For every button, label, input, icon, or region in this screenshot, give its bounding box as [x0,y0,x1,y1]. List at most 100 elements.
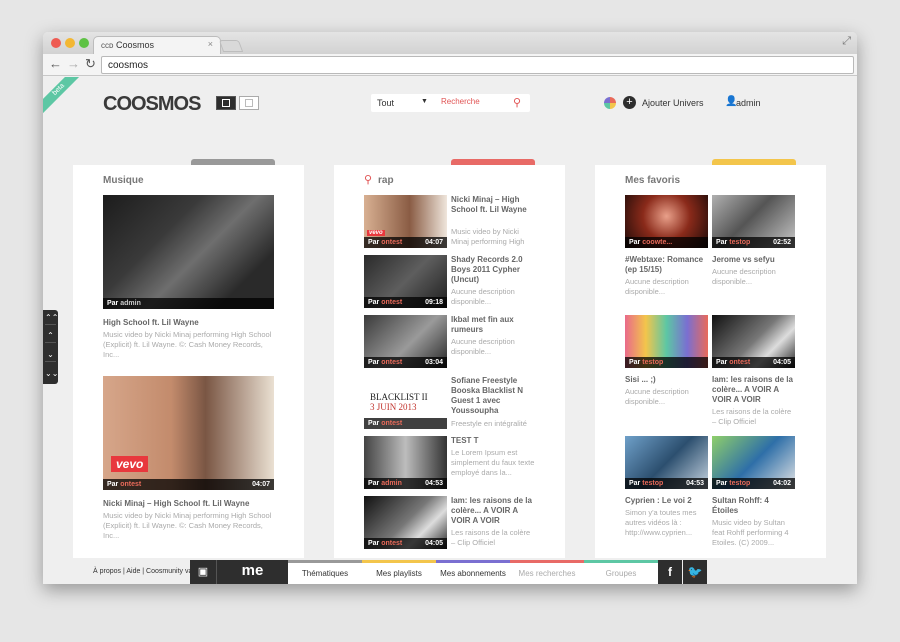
search-input[interactable] [441,97,509,106]
column-title: Mes favoris [625,175,681,186]
video-thumbnail[interactable]: Par coowte... [625,195,708,248]
video-thumbnail[interactable]: Par ontest 03:04 [364,315,447,368]
video-description: Aucune description disponible... [625,387,689,406]
tab-recherches[interactable]: Mes recherches [510,560,584,584]
user-link[interactable]: admin [736,98,761,108]
video-thumbnail[interactable]: Par testop 04:02 [712,436,795,489]
scroll-down-icon[interactable]: ⌄ [45,347,56,362]
video-thumbnail[interactable]: Par admin [103,195,274,309]
browser-tab[interactable]: ᴄᴄᴅ Coosmos × [93,36,221,54]
univers-icon[interactable] [604,97,616,109]
coosmos-logo[interactable]: COOSMOS [103,93,201,116]
video-title[interactable]: Shady Records 2.0 Boys 2011 Cypher (Uncu… [451,255,536,285]
video-description: Aucune description disponible... [712,267,776,286]
tab-title: Coosmos [116,40,155,50]
tab-groupes[interactable]: Groupes [584,560,658,584]
close-tab-icon[interactable]: × [208,39,213,49]
video-title[interactable]: Iam: les raisons de la colère... A VOIR … [451,496,536,526]
video-thumbnail[interactable]: Par ontest 04:05 [364,496,447,549]
video-title[interactable]: High School ft. Lil Wayne [103,318,278,328]
back-icon[interactable]: ← [49,57,62,71]
video-title[interactable]: Jerome vs sefyu [712,255,797,265]
video-thumbnail[interactable]: Par testop 04:53 [625,436,708,489]
video-title[interactable]: Sofiane Freestyle Booska Blacklist N Gue… [451,376,536,416]
video-meta-bar: Par ontest [364,418,447,429]
video-title[interactable]: Ikbal met fin aux rumeurs [451,315,536,335]
video-title[interactable]: Nicki Minaj – High School ft. Lil Wayne [103,499,278,509]
video-thumbnail[interactable]: Par admin 04:53 [364,436,447,489]
page: beta COOSMOS Tout ▼ ⚲ + Ajouter Univers … [43,77,857,584]
add-univers-link[interactable]: Ajouter Univers [642,98,704,108]
tab-abonnements[interactable]: Mes abonnements [436,560,510,584]
video-meta-bar: Par testop [625,357,708,368]
video-thumbnail[interactable]: Par ontest 09:18 [364,255,447,308]
video-description: Music video by Nicki Minaj performing Hi… [103,330,272,359]
scroll-controls: ⌃⌃ ⌃ ⌄ ⌄⌄ [43,310,58,384]
video-meta-bar: Par ontest 04:05 [712,357,795,368]
coosmos-favicon-icon: ᴄᴄᴅ [101,41,114,50]
poster-date: 3 JUIN 2013 [370,402,417,412]
video-thumbnail[interactable]: Par testop [625,315,708,368]
video-description: Le Lorem Ipsum est simplement du faux te… [451,448,535,477]
minimize-window-icon[interactable] [65,38,75,48]
video-meta-bar: Par ontest 09:18 [364,297,447,308]
video-title[interactable]: Cyprien : Le voi 2 [625,496,710,506]
chevron-down-icon[interactable]: ▼ [421,98,428,105]
video-thumbnail[interactable]: Par testop 02:52 [712,195,795,248]
video-description: Les raisons de la colère – Clip Officiel [451,528,531,547]
video-meta-bar: Par testop 04:53 [625,478,708,489]
video-meta-bar: Par admin [103,298,274,309]
video-meta-bar: Par ontest 04:05 [364,538,447,549]
video-description: Music video by Nicki Minaj performing Hi… [451,227,525,246]
video-meta-bar: Par coowte... [625,237,708,248]
video-title[interactable]: #Webtaxe: Romance (ep 15/15) [625,255,710,275]
column-title: rap [378,175,394,186]
facebook-icon[interactable]: f [658,560,682,584]
poster-title: BLACKLIST II [370,392,428,402]
column-accent-tab [712,159,796,165]
video-description: Les raisons de la colère – Clip Officiel [712,407,792,426]
forward-icon[interactable]: → [67,57,80,71]
plus-icon[interactable]: + [623,96,636,109]
scroll-bottom-icon[interactable]: ⌄⌄ [45,366,58,381]
maximize-window-icon[interactable] [79,38,89,48]
new-tab-button[interactable] [218,40,244,52]
video-thumbnail[interactable]: Par ontest 04:05 [712,315,795,368]
video-description: Aucune description disponible... [625,277,689,296]
search-icon[interactable]: ⚲ [513,96,521,109]
me-button[interactable]: me [216,560,288,584]
video-meta-bar: Par ontest 03:04 [364,357,447,368]
column-accent-tab [451,159,535,165]
vevo-logo: vevo [367,230,385,236]
address-bar[interactable]: coosmos [101,56,854,74]
video-thumbnail[interactable]: vevo Par ontest 04:07 [364,195,447,248]
video-title[interactable]: Sisi ... ;) [625,375,710,385]
video-title[interactable]: Nicki Minaj – High School ft. Lil Wayne [451,195,536,215]
scroll-up-icon[interactable]: ⌃ [45,328,56,343]
video-description: Simon y'a toutes mes autres vidéos là : … [625,508,697,537]
save-icon[interactable]: ▣ [190,560,216,584]
video-title[interactable]: TEST T [451,436,536,446]
vevo-logo: vevo [111,456,149,472]
column-rap: ⚲ rap vevo Par ontest 04:07 Nicki Minaj –… [334,159,565,558]
fullscreen-icon[interactable]: ⤢ [842,35,851,48]
video-thumbnail[interactable]: vevo Par ontest 04:07 [103,376,274,490]
browser-titlebar: ᴄᴄᴅ Coosmos × ⤢ [43,32,857,54]
bottom-bar: ▣ me Thématiques Mes playlists Mes abonn… [190,560,710,584]
column-accent-tab [191,159,275,165]
video-meta-bar: Par admin 04:53 [364,478,447,489]
grid-view-button[interactable] [239,96,259,110]
video-title[interactable]: Sultan Rohff: 4 Étoiles [712,496,797,516]
video-description: Music video by Sultan feat Rohff perform… [712,518,789,547]
tab-thematiques[interactable]: Thématiques [288,560,362,584]
video-description: Aucune description disponible... [451,337,515,356]
close-window-icon[interactable] [51,38,61,48]
scroll-top-icon[interactable]: ⌃⌃ [45,310,58,325]
video-thumbnail[interactable]: BLACKLIST II 3 JUIN 2013 Par ontest [364,376,447,429]
single-view-button[interactable] [216,96,236,110]
reload-icon[interactable]: ↻ [85,57,96,71]
search-scope-select[interactable]: Tout [377,98,394,108]
video-title[interactable]: Iam: les raisons de la colère... A VOIR … [712,375,797,405]
twitter-icon[interactable]: 🐦 [683,560,707,584]
tab-playlists[interactable]: Mes playlists [362,560,436,584]
